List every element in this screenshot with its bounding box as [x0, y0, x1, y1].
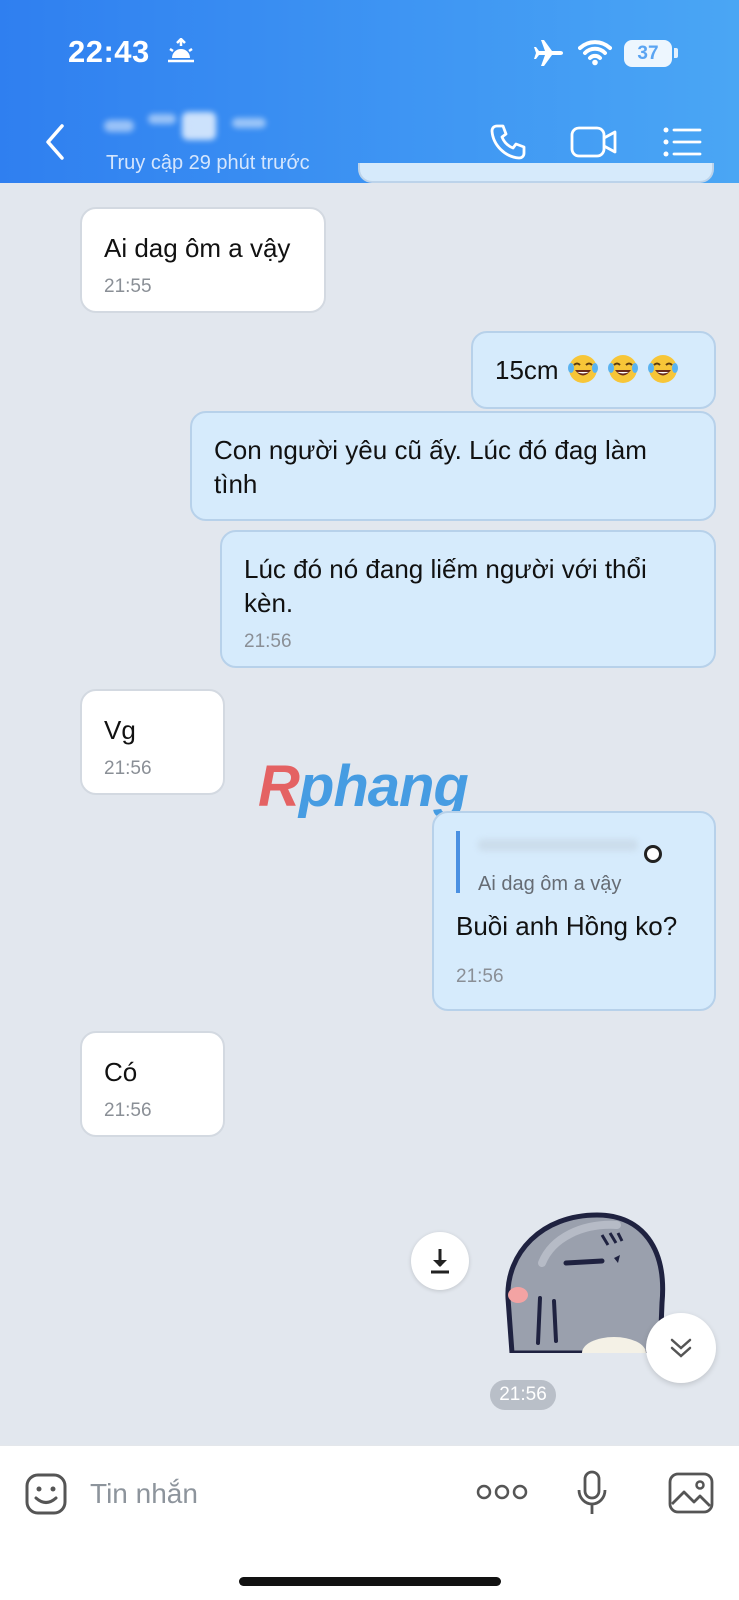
message-time: 21:56	[104, 1100, 152, 1121]
phone-icon[interactable]	[488, 122, 528, 162]
message-time: 21:55	[104, 276, 152, 297]
status-time: 22:43	[68, 34, 150, 69]
sunrise-icon	[168, 38, 194, 63]
message-text: Có	[104, 1057, 138, 1087]
message-text: Vg	[104, 715, 136, 745]
quoted-text: Ai dag ôm a vậy	[478, 873, 622, 895]
message-bubble-outgoing[interactable]: Con người yêu cũ ấy. Lúc đó đag làm tình	[190, 411, 716, 521]
contact-status: Truy cập 29 phút trước	[106, 152, 310, 174]
laughing-tears-emoji	[607, 355, 638, 383]
battery-icon: 37	[624, 40, 672, 67]
laughing-tears-emoji	[647, 355, 678, 383]
message-bubble-outgoing-reply[interactable]: Ai dag ôm a vậy Buồi anh Hồng ko? 21:56	[432, 811, 716, 1011]
message-input-bar: Tin nhắn	[0, 1445, 739, 1600]
home-indicator[interactable]	[239, 1577, 501, 1586]
download-button[interactable]	[411, 1232, 469, 1290]
quoted-sender-avatar	[644, 845, 662, 863]
more-icon[interactable]	[476, 1482, 528, 1502]
message-text: Lúc đó nó đang liếm người với thổi kèn.	[244, 554, 647, 618]
message-time: 21:56	[456, 966, 504, 987]
double-chevron-down-icon	[670, 1338, 692, 1358]
image-icon[interactable]	[668, 1472, 714, 1514]
message-time: 21:56	[104, 758, 152, 779]
chat-header: 22:43 37 Truy cập 29 phút trước	[0, 0, 739, 183]
laughing-tears-emoji	[567, 355, 598, 383]
sticker-time: 21:56	[490, 1380, 556, 1410]
scroll-to-bottom-button[interactable]	[646, 1313, 716, 1383]
download-icon	[431, 1249, 449, 1274]
message-text: Ai dag ôm a vậy	[104, 233, 291, 263]
wifi-icon	[578, 40, 612, 66]
message-bubble-incoming[interactable]: Vg 21:56	[80, 689, 225, 795]
watermark-logo: Rphang	[258, 754, 469, 819]
message-bubble-incoming[interactable]: Ai dag ôm a vậy 21:55	[80, 207, 326, 313]
video-call-icon[interactable]	[570, 124, 618, 160]
chat-area[interactable]: Ai dag ôm a vậy 21:55 15cm Con người yêu…	[0, 163, 739, 1445]
message-time: 21:56	[244, 631, 292, 652]
microphone-icon[interactable]	[576, 1470, 608, 1516]
message-text: Buồi anh Hồng ko?	[456, 911, 678, 941]
previous-message-bubble	[358, 163, 714, 183]
quoted-message[interactable]: Ai dag ôm a vậy	[456, 831, 692, 895]
contact-name-redacted[interactable]	[100, 108, 290, 148]
quoted-sender-redacted	[478, 839, 638, 851]
message-text: Con người yêu cũ ấy. Lúc đó đag làm tình	[214, 435, 647, 499]
message-bubble-outgoing[interactable]: Lúc đó nó đang liếm người với thổi kèn. …	[220, 530, 716, 668]
battery-tip	[674, 48, 678, 58]
message-input[interactable]: Tin nhắn	[90, 1478, 198, 1510]
sticker-icon[interactable]	[24, 1472, 68, 1516]
menu-icon[interactable]	[662, 126, 702, 158]
message-bubble-outgoing[interactable]: 15cm	[471, 331, 716, 409]
message-text: 15cm	[495, 355, 559, 385]
airplane-icon	[534, 40, 563, 66]
back-icon[interactable]	[40, 122, 72, 162]
message-bubble-incoming[interactable]: Có 21:56	[80, 1031, 225, 1137]
